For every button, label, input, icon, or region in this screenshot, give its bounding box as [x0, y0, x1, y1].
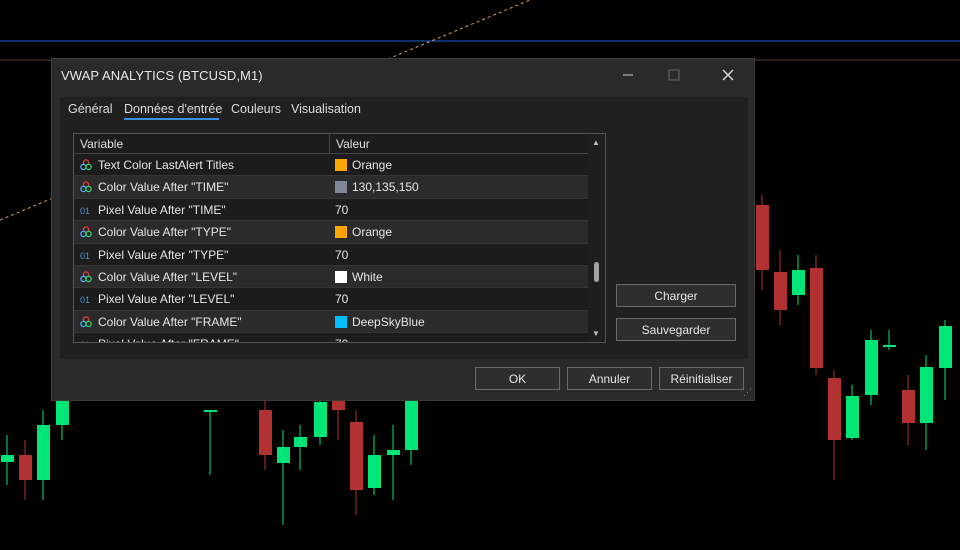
candle-body [405, 400, 418, 450]
active-tab-underline [124, 118, 219, 120]
candle-body [902, 390, 915, 423]
candle-body [56, 400, 69, 425]
candle-body [204, 410, 217, 412]
maximize-icon [668, 69, 680, 81]
row-variable: Pixel Value After "TIME" [98, 202, 226, 217]
color-swatch[interactable] [335, 271, 347, 283]
svg-text:01: 01 [80, 251, 90, 261]
tab-general[interactable]: Général [68, 102, 112, 116]
grid-row[interactable]: 01 Pixel Value After "FRAME" 70 [74, 333, 588, 343]
load-button[interactable]: Charger [616, 284, 736, 307]
candle-body [939, 326, 952, 368]
column-header-variable[interactable]: Variable [80, 137, 123, 151]
grid-row[interactable]: Text Color LastAlert Titles Orange [74, 154, 588, 177]
grid-row[interactable]: 01 Pixel Value After "LEVEL" 70 [74, 288, 588, 311]
candle-body [368, 455, 381, 488]
tab-colors[interactable]: Couleurs [231, 102, 281, 116]
candle-body [19, 455, 32, 480]
candle-body [350, 422, 363, 490]
integer-param-icon: 01 [80, 340, 90, 343]
close-button[interactable] [705, 59, 751, 91]
scrollbar-thumb[interactable] [594, 262, 599, 282]
row-value[interactable]: 70 [335, 248, 348, 262]
color-param-icon [80, 181, 92, 193]
row-variable: Color Value After "FRAME" [98, 314, 242, 329]
integer-param-icon: 01 [80, 206, 90, 216]
grid-row[interactable]: Color Value After "TIME" 130,135,150 [74, 176, 588, 199]
dialog-title: VWAP ANALYTICS (BTCUSD,M1) [61, 68, 263, 83]
candle-body [1, 455, 14, 462]
save-button[interactable]: Sauvegarder [616, 318, 736, 341]
grid-row[interactable]: Color Value After "LEVEL" White [74, 266, 588, 289]
row-variable: Pixel Value After "TYPE" [98, 247, 229, 262]
color-swatch[interactable] [335, 315, 347, 328]
maximize-button[interactable] [651, 59, 697, 91]
grid-row[interactable]: 01 Pixel Value After "TYPE" 70 [74, 243, 588, 266]
minimize-icon [623, 74, 633, 76]
row-value[interactable]: 70 [335, 292, 348, 306]
svg-text:01: 01 [80, 340, 90, 343]
color-swatch[interactable] [335, 226, 347, 239]
row-variable: Text Color LastAlert Titles [98, 158, 235, 172]
candle-body [828, 378, 841, 440]
dialog-content: Général Données d'entrée Couleurs Visual… [60, 97, 748, 359]
row-variable: Color Value After "TYPE" [98, 225, 232, 240]
tab-visualization[interactable]: Visualisation [291, 102, 361, 116]
scroll-up-icon[interactable]: ▲ [592, 138, 600, 147]
grid-row[interactable]: Color Value After "TYPE" Orange [74, 221, 588, 244]
row-value[interactable]: 70 [335, 203, 348, 217]
integer-param-icon: 01 [80, 251, 90, 261]
color-param-icon [80, 159, 92, 171]
candle-body [865, 340, 878, 395]
row-variable: Color Value After "TIME" [98, 180, 229, 195]
title-bar[interactable]: VWAP ANALYTICS (BTCUSD,M1) [52, 59, 754, 91]
svg-text:01: 01 [80, 295, 90, 305]
candle-body [37, 425, 50, 480]
candle-body [774, 272, 787, 310]
color-param-icon [80, 316, 92, 328]
minimize-button[interactable] [605, 59, 651, 91]
vertical-scrollbar[interactable]: ▲ ▼ [588, 134, 605, 342]
candle-body [883, 345, 896, 347]
candle-body [756, 205, 769, 270]
resize-grip-icon[interactable]: ⋰ [743, 387, 752, 398]
candle-body [277, 447, 290, 463]
candle-body [332, 400, 345, 410]
column-header-value[interactable]: Valeur [336, 137, 370, 151]
color-swatch[interactable] [335, 181, 347, 194]
color-param-icon [80, 226, 92, 238]
row-value[interactable]: Orange [352, 225, 392, 239]
row-value[interactable]: DeepSkyBlue [352, 315, 425, 329]
candle-body [314, 402, 327, 437]
candle-body [810, 268, 823, 368]
grid-header: Variable Valeur [74, 134, 588, 154]
row-value[interactable]: 130,135,150 [352, 180, 419, 194]
color-param-icon [80, 271, 92, 283]
scroll-down-icon[interactable]: ▼ [592, 329, 600, 338]
row-variable: Color Value After "LEVEL" [98, 270, 238, 284]
integer-param-icon: 01 [80, 295, 90, 305]
ok-button[interactable]: OK [475, 367, 560, 390]
reset-button[interactable]: Réinitialiser [659, 367, 744, 390]
grid-row[interactable]: Color Value After "FRAME" DeepSkyBlue [74, 310, 588, 334]
row-variable: Pixel Value After "FRAME" [98, 337, 239, 342]
row-value[interactable]: 70 [335, 337, 348, 342]
inputs-grid: Variable Valeur Text Color LastAlert Tit… [73, 133, 606, 343]
row-value[interactable]: White [352, 270, 383, 284]
candle-body [387, 450, 400, 455]
candle-body [294, 437, 307, 447]
svg-text:01: 01 [80, 206, 90, 216]
candle-body [792, 270, 805, 295]
candle-body [920, 367, 933, 423]
settings-dialog: VWAP ANALYTICS (BTCUSD,M1) Général Donné… [51, 58, 755, 401]
row-value[interactable]: Orange [352, 158, 392, 172]
cancel-button[interactable]: Annuler [567, 367, 652, 390]
grid-row[interactable]: 01 Pixel Value After "TIME" 70 [74, 198, 588, 222]
candle-body [259, 410, 272, 455]
close-icon [722, 69, 734, 81]
row-variable: Pixel Value After "LEVEL" [98, 292, 235, 307]
tab-inputs[interactable]: Données d'entrée [124, 102, 222, 116]
color-swatch[interactable] [335, 159, 347, 171]
candle-body [846, 396, 859, 438]
